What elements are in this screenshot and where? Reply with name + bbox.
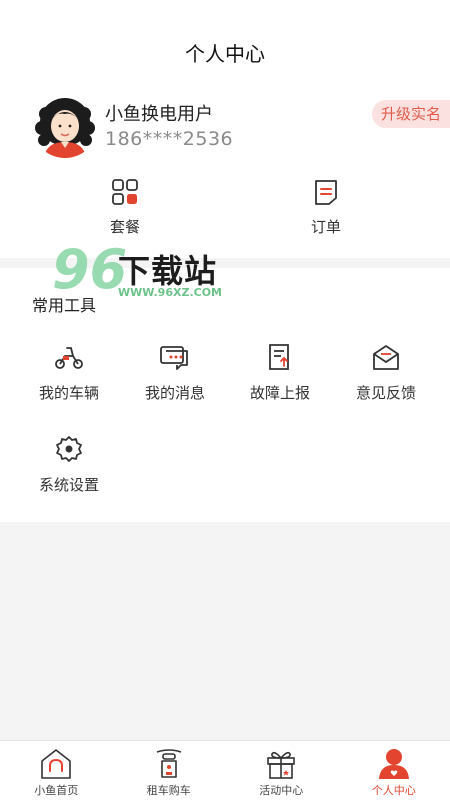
avatar-illustration-icon bbox=[32, 92, 98, 158]
tool-label: 系统设置 bbox=[38, 476, 99, 494]
watermark-url: WWW.96XZ.COM bbox=[118, 286, 222, 299]
report-icon bbox=[269, 344, 289, 370]
tools-section: 常用工具 我的车辆 我的消息 故障上报 意见反馈 系统设置 bbox=[0, 268, 450, 522]
tool-feedback[interactable]: 意见反馈 bbox=[336, 342, 436, 403]
tab-home[interactable]: 小鱼首页 bbox=[0, 741, 113, 800]
tab-label: 租车购车 bbox=[146, 784, 191, 797]
package-label: 套餐 bbox=[109, 218, 140, 236]
tab-rent-buy[interactable]: 租车购车 bbox=[113, 741, 226, 800]
tab-label: 活动中心 bbox=[259, 784, 304, 797]
feedback-mail-icon bbox=[373, 345, 399, 370]
phone-number: 186****2536 bbox=[105, 128, 234, 150]
profile-card: 个人中心 小鱼换电用户 186****2536 升级实名 套餐 订单 bbox=[0, 0, 450, 258]
tool-label: 故障上报 bbox=[249, 384, 310, 402]
watermark-number: 96 bbox=[52, 238, 128, 301]
gift-icon bbox=[267, 751, 296, 779]
tool-label: 我的消息 bbox=[144, 384, 205, 402]
username: 小鱼换电用户 bbox=[105, 104, 213, 125]
tab-profile[interactable]: 个人中心 bbox=[338, 741, 450, 800]
tab-activity[interactable]: 活动中心 bbox=[225, 741, 338, 800]
watermark-logo: 96 下载站 WWW.96XZ.COM bbox=[52, 240, 232, 306]
package-button[interactable]: 套餐 bbox=[85, 178, 165, 237]
tab-label: 个人中心 bbox=[371, 784, 416, 797]
tool-system-settings[interactable]: 系统设置 bbox=[19, 434, 119, 495]
avatar[interactable] bbox=[32, 92, 98, 158]
orders-label: 订单 bbox=[310, 218, 341, 236]
bottom-tab-bar: 小鱼首页 租车购车 活动中心 个人中心 bbox=[0, 740, 450, 800]
order-list-icon bbox=[315, 180, 337, 205]
message-icon bbox=[160, 346, 188, 370]
scooter-icon bbox=[55, 347, 83, 369]
rent-scooter-icon bbox=[156, 749, 182, 778]
tool-my-vehicle[interactable]: 我的车辆 bbox=[19, 342, 119, 403]
person-icon bbox=[378, 749, 409, 779]
package-grid-icon bbox=[112, 179, 138, 205]
tool-fault-report[interactable]: 故障上报 bbox=[230, 342, 330, 403]
gear-icon bbox=[56, 436, 82, 462]
home-icon bbox=[41, 749, 72, 779]
orders-button[interactable]: 订单 bbox=[286, 178, 366, 237]
page-title: 个人中心 bbox=[185, 42, 265, 66]
tool-my-messages[interactable]: 我的消息 bbox=[125, 342, 225, 403]
upgrade-verification-button[interactable]: 升级实名 bbox=[372, 100, 450, 128]
tool-label: 我的车辆 bbox=[38, 384, 99, 402]
tool-label: 意见反馈 bbox=[355, 384, 416, 402]
tab-label: 小鱼首页 bbox=[34, 784, 79, 797]
